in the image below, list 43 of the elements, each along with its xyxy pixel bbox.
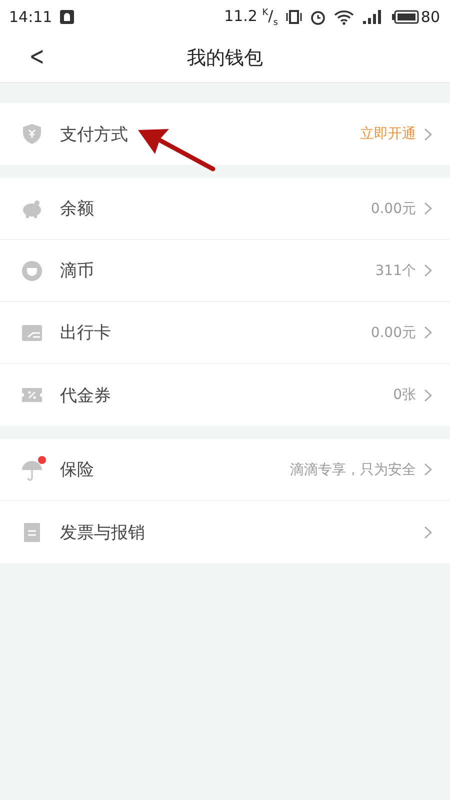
chevron-icon [424, 526, 432, 538]
chevron-icon [424, 202, 432, 215]
chevron-icon [424, 388, 432, 402]
item-label: 保险 [60, 459, 95, 481]
chevron-icon [424, 463, 432, 476]
item-value: 0.00元 [370, 200, 416, 218]
menu-item[interactable]: 支付方式 立即开通 [0, 103, 450, 165]
chevron-icon [424, 264, 432, 277]
receipt-icon [21, 521, 43, 543]
chevron-icon [424, 326, 432, 339]
wifi-icon [334, 10, 354, 24]
piggy-bank-icon [21, 198, 43, 220]
battery-icon [392, 10, 419, 24]
back-button[interactable]: < [26, 42, 48, 72]
item-label: 余额 [60, 198, 95, 220]
item-value: 滴滴专享，只为安全 [290, 460, 416, 478]
item-value: 0张 [393, 386, 416, 404]
menu-item[interactable]: 保险 滴滴专享，只为安全 [0, 439, 450, 501]
shield-icon [21, 123, 43, 145]
menu-item[interactable]: 余额 0.00元 [0, 178, 450, 240]
item-label: 滴币 [60, 260, 95, 282]
menu-item[interactable]: 出行卡 0.00元 [0, 302, 450, 364]
menu-item[interactable]: 滴币 311个 [0, 240, 450, 302]
item-value: 立即开通 [360, 125, 416, 143]
menu-item[interactable]: 代金券 0张 [0, 364, 450, 426]
item-value: 0.00元 [370, 324, 416, 342]
item-label: 发票与报销 [60, 522, 146, 544]
alarm-icon [310, 9, 326, 25]
coin-icon [21, 260, 43, 282]
battery-level: 80 [420, 8, 440, 26]
item-label: 出行卡 [60, 322, 112, 344]
status-time: 14:11 [9, 8, 52, 26]
signal-icon [362, 10, 384, 24]
page-title: 我的钱包 [187, 46, 263, 71]
menu-item[interactable]: 发票与报销 [0, 501, 450, 563]
chevron-icon [424, 128, 432, 140]
item-value: 311个 [375, 262, 416, 280]
notification-icon [60, 10, 74, 24]
item-label: 代金券 [60, 384, 112, 406]
vibrate-icon [286, 10, 302, 24]
network-speed: 11.2 $^{K}$/$_{s}$ [224, 6, 278, 28]
umbrella-icon [21, 458, 43, 480]
item-label: 支付方式 [60, 124, 129, 146]
